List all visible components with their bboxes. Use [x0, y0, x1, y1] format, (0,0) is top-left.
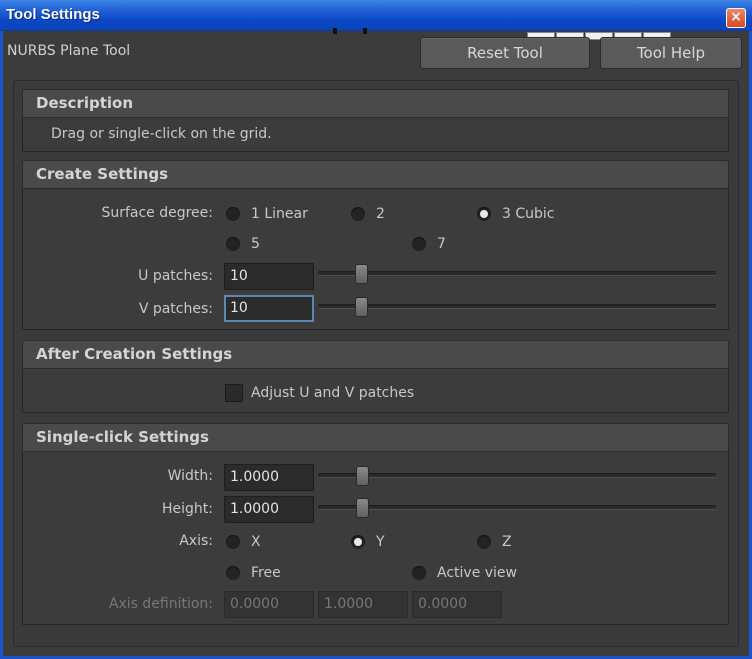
- u-patches-slider-track[interactable]: [318, 271, 716, 276]
- axis-x-label: X: [251, 534, 261, 550]
- shelf-fragment: [333, 28, 337, 34]
- degree-2-radio[interactable]: [351, 207, 365, 221]
- axis-definition-label: Axis definition:: [108, 596, 213, 612]
- window-title: Tool Settings: [6, 6, 100, 23]
- axis-active-view-radio[interactable]: [412, 566, 426, 580]
- tool-help-button[interactable]: Tool Help: [600, 37, 742, 69]
- degree-5-radio[interactable]: [226, 237, 240, 251]
- height-label: Height:: [162, 501, 213, 517]
- axis-active-view-label: Active view: [437, 565, 517, 581]
- tool-name: NURBS Plane Tool: [7, 43, 131, 59]
- degree-1-label: 1 Linear: [251, 206, 308, 222]
- height-slider-handle[interactable]: [356, 498, 369, 518]
- axis-z-label: Z: [502, 534, 512, 550]
- width-slider-track[interactable]: [318, 473, 716, 478]
- single-click-header[interactable]: Single-click Settings: [22, 423, 729, 452]
- axis-free-label: Free: [251, 565, 281, 581]
- u-patches-field[interactable]: 10: [224, 263, 314, 290]
- u-patches-slider-handle[interactable]: [355, 264, 368, 284]
- axis-definition-y-field: 1.0000: [318, 591, 408, 618]
- description-section-header[interactable]: Description: [22, 89, 729, 118]
- surface-degree-label: Surface degree:: [101, 205, 213, 221]
- width-slider-handle[interactable]: [356, 466, 369, 486]
- degree-1-radio[interactable]: [226, 207, 240, 221]
- height-field[interactable]: 1.0000: [224, 496, 314, 523]
- axis-label: Axis:: [179, 533, 213, 549]
- axis-y-radio[interactable]: [351, 535, 365, 549]
- adjust-patches-label: Adjust U and V patches: [251, 385, 415, 401]
- axis-free-radio[interactable]: [226, 566, 240, 580]
- height-slider-track[interactable]: [318, 505, 716, 510]
- after-creation-header[interactable]: After Creation Settings: [22, 340, 729, 369]
- axis-z-radio[interactable]: [477, 535, 491, 549]
- degree-3-radio[interactable]: [477, 207, 491, 221]
- degree-2-label: 2: [376, 206, 385, 222]
- shelf-fragment: [363, 28, 367, 34]
- close-button[interactable]: ×: [726, 8, 746, 28]
- reset-tool-button[interactable]: Reset Tool: [420, 37, 590, 69]
- axis-y-label: Y: [376, 534, 385, 550]
- degree-7-label: 7: [437, 236, 446, 252]
- axis-x-radio[interactable]: [226, 535, 240, 549]
- create-settings-header[interactable]: Create Settings: [22, 160, 729, 189]
- description-text: Drag or single-click on the grid.: [51, 126, 272, 142]
- v-patches-label: V patches:: [138, 301, 213, 317]
- width-field[interactable]: 1.0000: [224, 464, 314, 491]
- v-patches-field[interactable]: 10: [224, 295, 314, 322]
- degree-7-radio[interactable]: [412, 237, 426, 251]
- axis-definition-z-field: 0.0000: [412, 591, 502, 618]
- v-patches-slider-handle[interactable]: [355, 297, 368, 317]
- v-patches-slider-track[interactable]: [318, 304, 716, 309]
- degree-3-label: 3 Cubic: [502, 206, 555, 222]
- description-section-body: Drag or single-click on the grid.: [22, 118, 729, 152]
- axis-definition-x-field: 0.0000: [224, 591, 314, 618]
- adjust-patches-checkbox[interactable]: [225, 384, 243, 402]
- u-patches-label: U patches:: [138, 268, 213, 284]
- width-label: Width:: [167, 468, 213, 484]
- degree-5-label: 5: [251, 236, 260, 252]
- title-bar: Tool Settings ×: [0, 0, 752, 31]
